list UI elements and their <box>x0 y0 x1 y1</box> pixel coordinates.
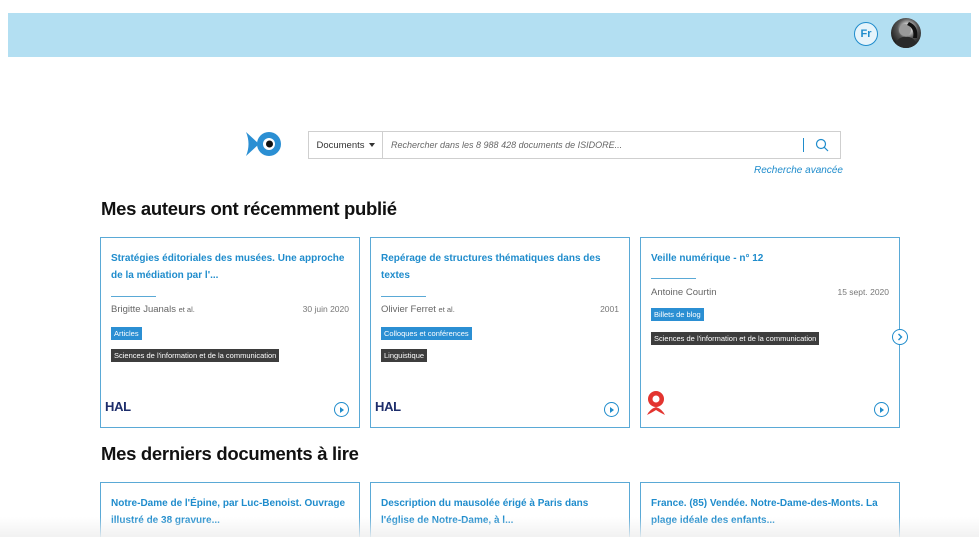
search-scope-label: Documents <box>316 139 365 151</box>
search-divider <box>803 138 804 152</box>
advanced-search-link[interactable]: Recherche avancée <box>754 165 843 176</box>
card-author: Olivier Ferret et al. <box>381 304 455 315</box>
card-discipline-tag[interactable]: Sciences de l'information et de la commu… <box>111 349 280 362</box>
hal-logo: HAL <box>375 399 401 414</box>
language-button[interactable]: Fr <box>854 22 878 46</box>
card-author-name: Antoine Courtin <box>651 287 717 298</box>
card-author-etal: et al. <box>178 305 195 314</box>
search-icon[interactable] <box>812 135 832 155</box>
document-card[interactable]: Repérage de structures thématiques dans … <box>370 237 630 428</box>
card-title[interactable]: Veille numérique - n° 12 <box>651 250 891 267</box>
card-type-tag[interactable]: Billets de blog <box>651 308 704 321</box>
avatar-image <box>894 22 918 48</box>
card-divider <box>381 296 426 297</box>
card-divider <box>111 296 156 297</box>
carousel-next-button[interactable] <box>892 329 908 345</box>
top-bar: Fr <box>8 13 971 57</box>
card-author-etal: et al. <box>438 305 455 314</box>
card-title[interactable]: Stratégies éditoriales des musées. Une a… <box>111 250 351 284</box>
card-type-tag[interactable]: Colloques et conférences <box>381 327 472 340</box>
arrow-right-circle-icon[interactable] <box>604 402 619 417</box>
card-type-tag[interactable]: Articles <box>111 327 142 340</box>
search-bar: Documents <box>308 131 841 159</box>
chevron-right-icon <box>898 333 903 341</box>
openedition-logo <box>645 390 667 421</box>
hal-logo: HAL <box>105 399 131 414</box>
search-input[interactable] <box>383 132 803 158</box>
card-date: 15 sept. 2020 <box>837 287 889 297</box>
card-title[interactable]: Repérage de structures thématiques dans … <box>381 250 621 284</box>
card-discipline-tag[interactable]: Sciences de l'information et de la commu… <box>651 332 820 345</box>
arrow-right-circle-icon[interactable] <box>334 402 349 417</box>
card-author: Brigitte Juanals et al. <box>111 304 195 315</box>
card-date: 2001 <box>600 304 619 314</box>
card-discipline-tag[interactable]: Linguistique <box>381 349 428 362</box>
card-date: 30 juin 2020 <box>302 304 349 314</box>
card-author-name: Brigitte Juanals <box>111 304 176 315</box>
search-scope-dropdown[interactable]: Documents <box>309 132 383 158</box>
arrow-right-circle-icon[interactable] <box>874 402 889 417</box>
card-author: Antoine Courtin <box>651 287 716 298</box>
card-author-name: Olivier Ferret <box>381 304 436 315</box>
document-card[interactable]: Stratégies éditoriales des musées. Une a… <box>100 237 360 428</box>
isidore-logo[interactable] <box>245 130 283 158</box>
document-card[interactable]: Veille numérique - n° 12 Antoine Courtin… <box>640 237 900 428</box>
bottom-fade <box>0 517 979 537</box>
user-avatar[interactable] <box>891 18 921 48</box>
caret-down-icon <box>368 143 375 147</box>
section-title-reading: Mes derniers documents à lire <box>101 443 359 464</box>
section-title-authors: Mes auteurs ont récemment publié <box>101 198 397 219</box>
card-divider <box>651 278 696 279</box>
